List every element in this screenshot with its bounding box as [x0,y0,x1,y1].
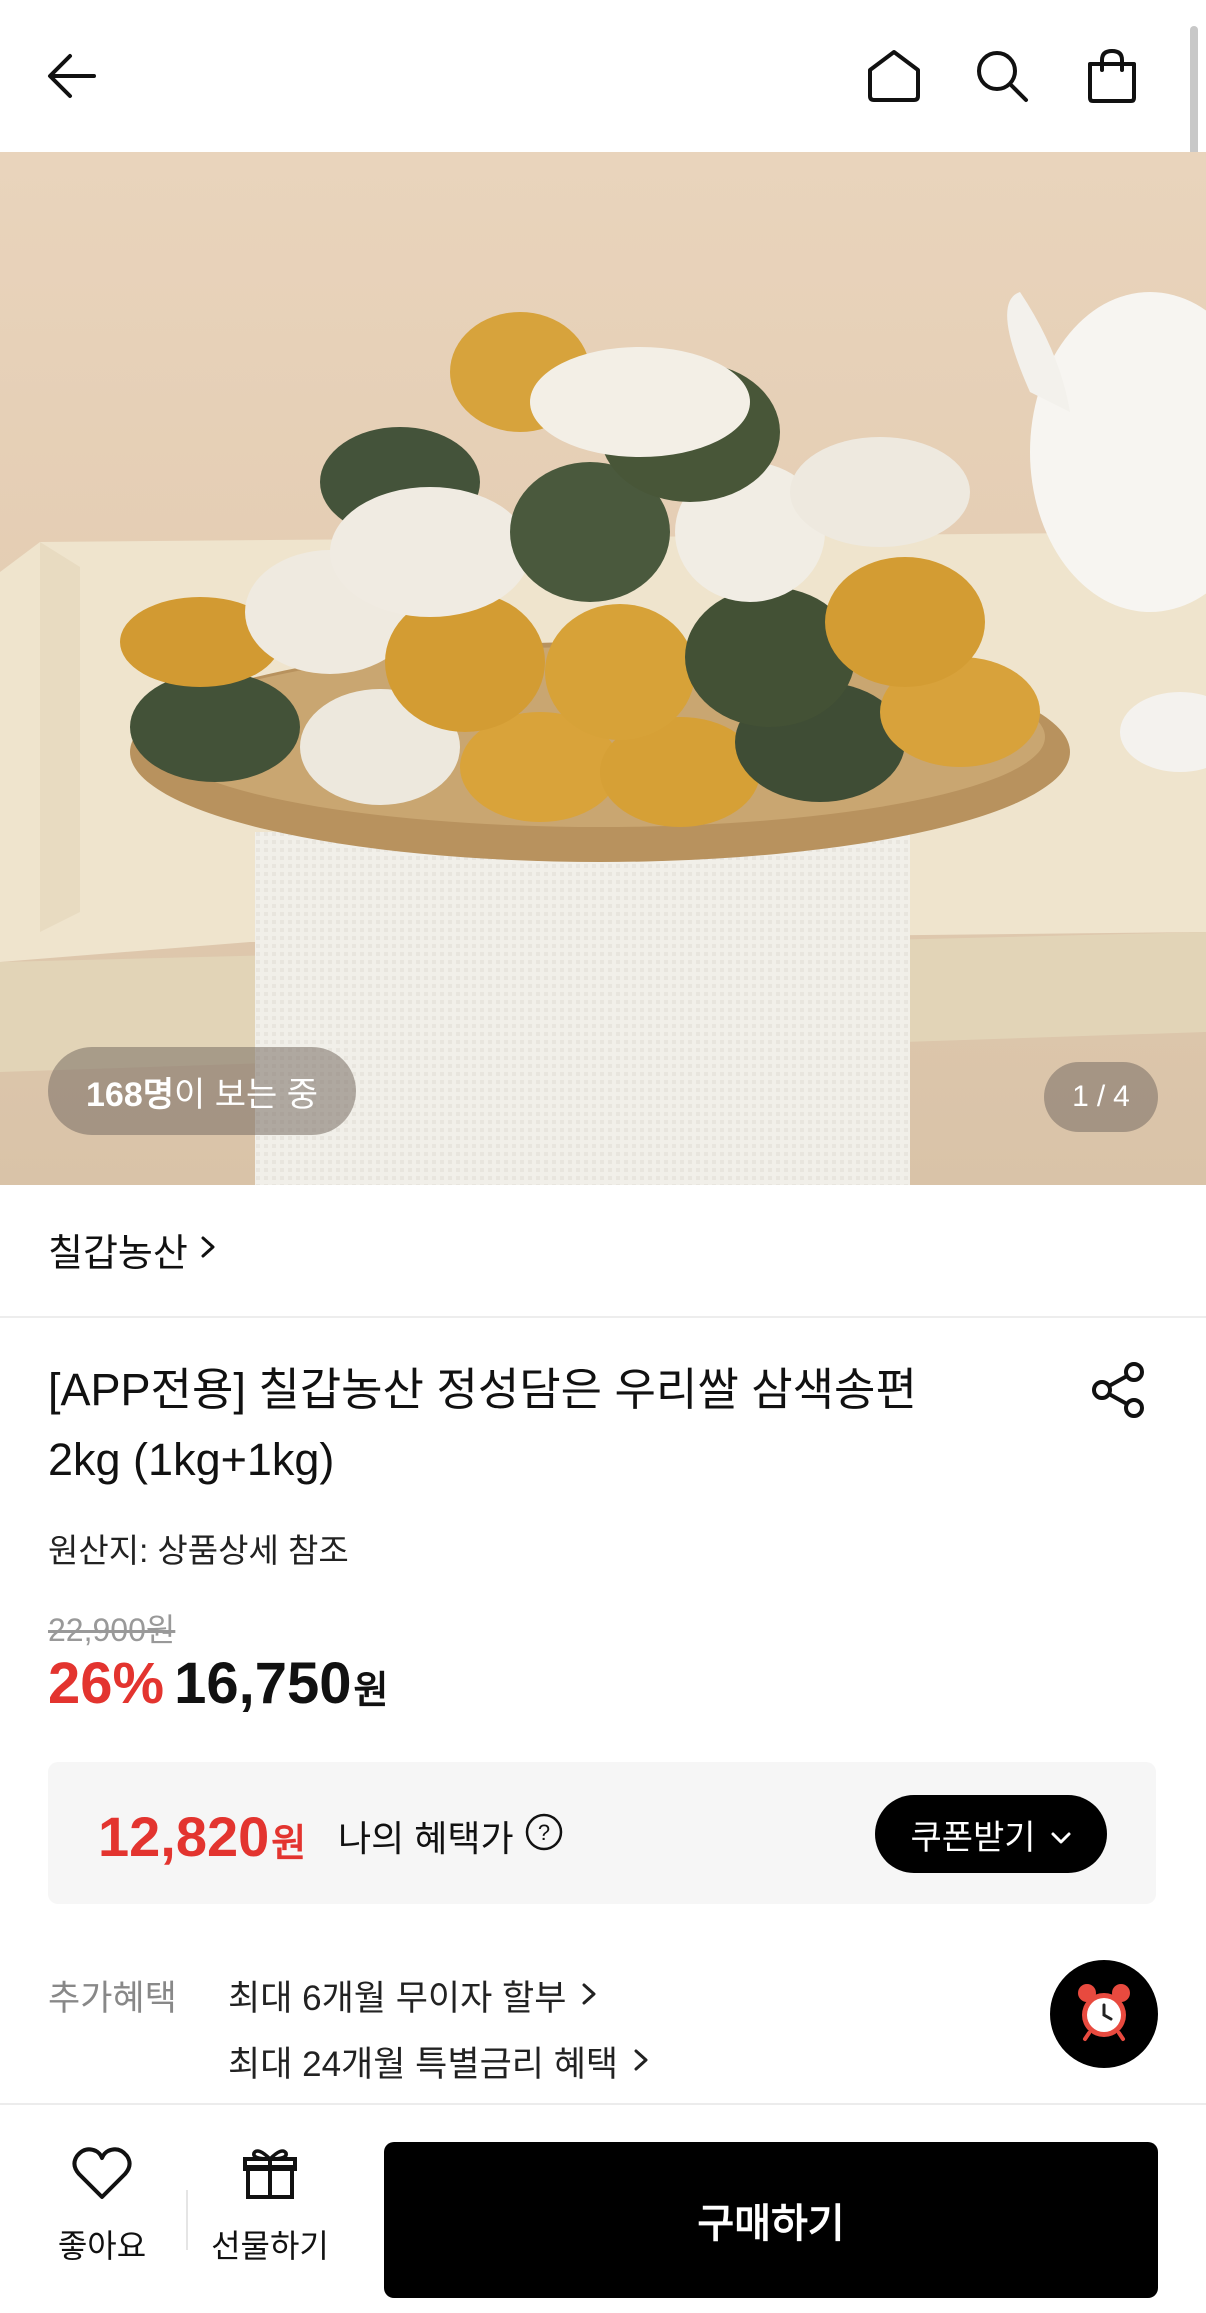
alarm-clock-icon [1073,1981,1135,2048]
price-unit: 원 [353,1670,389,1712]
coupon-button[interactable]: 쿠폰받기 [875,1795,1107,1873]
pager-total: 4 [1113,1080,1130,1113]
original-price: 22,900원 [48,1612,176,1648]
chevron-right-icon [580,1976,598,2016]
product-title-line1: [APP전용] 칠갑농산 정성담은 우리쌀 삼색송편 [48,1364,917,1415]
chevron-right-icon [632,2042,650,2082]
extra-benefit-installment[interactable]: 최대 6개월 무이자 할부 [228,1970,598,2021]
section-divider [0,1316,1206,1318]
gift-button[interactable]: 선물하기 [200,2145,340,2267]
discount-rate: 26% [48,1651,165,1716]
chevron-down-icon [1050,1815,1072,1854]
heart-icon [71,2145,133,2209]
alarm-clock-button[interactable] [1050,1960,1158,2068]
benefit-price: 12,820 원 [98,1804,306,1869]
buy-button-label: 구매하기 [697,2202,845,2246]
back-arrow-icon[interactable] [36,40,108,112]
like-label: 좋아요 [57,2228,147,2264]
help-icon[interactable]: ? [524,1812,564,1861]
viewers-text: 이 보는 중 [174,1075,319,1114]
buy-button[interactable]: 구매하기 [384,2142,1158,2298]
coupon-button-label: 쿠폰받기 [910,1818,1036,1857]
shopping-bag-icon[interactable] [1076,40,1148,112]
top-navigation-bar [0,0,1206,152]
extra-benefits-label: 추가혜택 [48,1979,177,2018]
origin-info: 원산지: 상품상세 참조 [48,1532,349,1569]
image-pager: 1 / 4 [1044,1062,1158,1132]
benefit-price-unit: 원 [271,1823,307,1865]
benefit-label: 나의 혜택가 ? [338,1810,564,1862]
product-image-carousel[interactable]: 168명 이 보는 중 1 / 4 [0,152,1206,1185]
brand-link[interactable]: 칠갑농산 [48,1222,218,1277]
product-title-line2: 2kg (1kg+1kg) [48,1434,335,1485]
benefit-label-text: 나의 혜택가 [338,1818,514,1859]
svg-text:?: ? [537,1820,549,1845]
search-icon[interactable] [966,40,1038,112]
viewers-count: 168명 [86,1075,175,1114]
share-icon[interactable] [1088,1358,1152,1422]
pager-current: 1 [1072,1080,1089,1113]
chevron-right-icon [198,1228,218,1271]
gift-icon [242,2145,298,2209]
extra-benefit-text: 최대 6개월 무이자 할부 [228,1979,567,2018]
extra-benefit-interest[interactable]: 최대 24개월 특별금리 혜택 [228,2036,650,2087]
product-title: [APP전용] 칠갑농산 정성담은 우리쌀 삼색송편 2kg (1kg+1kg) [48,1355,1008,1495]
benefit-price-box: 12,820 원 나의 혜택가 ? 쿠폰받기 [48,1762,1156,1904]
product-photo [0,292,1206,1185]
like-button[interactable]: 좋아요 [32,2145,172,2267]
benefit-price-value: 12,820 [98,1805,270,1868]
viewers-badge: 168명 이 보는 중 [48,1047,357,1135]
gift-label: 선물하기 [211,2228,329,2264]
pager-separator: / [1096,1080,1106,1113]
home-icon[interactable] [858,40,930,112]
bottom-separator [186,2190,188,2250]
bottom-action-bar: 좋아요 선물하기 구매하기 [0,2105,1206,2313]
sale-price: 16,750 [174,1651,352,1716]
price-row: 26% 16,750 원 [48,1650,388,1717]
extra-benefit-text: 최대 24개월 특별금리 혜택 [228,2045,619,2084]
brand-name: 칠갑농산 [48,1233,188,1275]
